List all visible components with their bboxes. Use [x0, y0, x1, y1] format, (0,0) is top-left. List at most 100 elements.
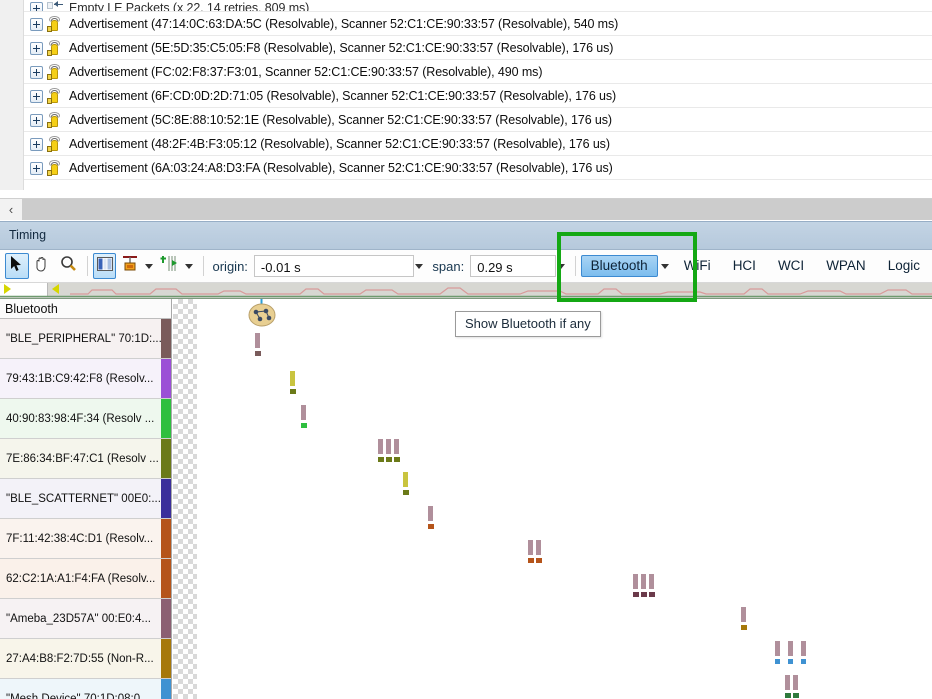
packet-list-gutter	[0, 0, 24, 190]
packet-bar	[394, 439, 399, 454]
packet-bar	[788, 641, 793, 656]
packet-row[interactable]: Advertisement (5E:5D:35:C5:05:F8 (Resolv…	[24, 36, 932, 60]
packet-base-mark	[793, 693, 799, 698]
device-row[interactable]: "Ameba_23D57A" 00:E0:4...	[0, 599, 171, 639]
device-row[interactable]: 7F:11:42:38:4C:D1 (Resolv...	[0, 519, 171, 559]
device-row[interactable]: 27:A4:B8:F2:7D:55 (Non-R...	[0, 639, 171, 679]
device-row-label: 27:A4:B8:F2:7D:55 (Non-R...	[6, 652, 154, 665]
device-color-swatch	[161, 359, 171, 398]
protocol-button-hci[interactable]: HCI	[723, 255, 766, 277]
expand-plus-icon[interactable]	[30, 137, 43, 151]
marker-dropdown-caret-icon[interactable]	[145, 263, 154, 269]
snap-dropdown-caret-icon[interactable]	[184, 263, 193, 269]
advertisement-icon	[46, 40, 64, 56]
packet-base-mark	[428, 524, 434, 529]
span-label: span:	[432, 258, 465, 274]
packet-row[interactable]: Empty LE Packets (x 22, 14 retries, 809 …	[24, 0, 932, 12]
marker-tool-button[interactable]	[118, 253, 142, 279]
packet-bar	[403, 472, 408, 487]
packet-base-mark	[301, 423, 307, 428]
device-row[interactable]: 40:90:83:98:4F:34 (Resolv ...	[0, 399, 171, 439]
pan-hand-tool-button[interactable]	[31, 253, 55, 279]
packet-bar	[386, 439, 391, 454]
packet-row[interactable]: Advertisement (6F:CD:0D:2D:71:05 (Resolv…	[24, 84, 932, 108]
device-row[interactable]: 7E:86:34:BF:47:C1 (Resolv ...	[0, 439, 171, 479]
device-row[interactable]: "BLE_PERIPHERAL" 70:1D:...	[0, 319, 171, 359]
device-row[interactable]: 62:C2:1A:A1:F4:FA (Resolv...	[0, 559, 171, 599]
protocol-button-bluetooth[interactable]: Bluetooth	[580, 255, 658, 277]
span-dropdown-caret-icon[interactable]	[556, 263, 565, 269]
expand-plus-icon[interactable]	[30, 1, 43, 11]
expand-plus-icon[interactable]	[30, 161, 43, 175]
device-row-label: 7E:86:34:BF:47:C1 (Resolv ...	[6, 452, 159, 465]
packet-row[interactable]: Advertisement (5C:8E:88:10:52:1E (Resolv…	[24, 108, 932, 132]
columns-view-tool-button[interactable]	[92, 253, 117, 279]
toolbar-separator-1	[86, 256, 88, 276]
packet-row-label: Advertisement (6F:CD:0D:2D:71:05 (Resolv…	[69, 89, 617, 103]
device-color-swatch	[161, 559, 171, 598]
device-row[interactable]: 79:43:1B:C9:42:F8 (Resolv...	[0, 359, 171, 399]
packet-base-mark	[290, 389, 296, 394]
protocol-button-wifi[interactable]: WiFi	[674, 255, 721, 277]
packet-row[interactable]: Advertisement (48:2F:4B:F3:05:12 (Resolv…	[24, 132, 932, 156]
packet-row[interactable]: Advertisement (FC:02:F8:37:F3:01, Scanne…	[24, 60, 932, 84]
advertisement-icon	[46, 88, 64, 104]
origin-dropdown-caret-icon[interactable]	[415, 263, 424, 269]
packet-row[interactable]: Advertisement (6A:03:24:A8:D3:FA (Resolv…	[24, 156, 932, 180]
packet-bar	[775, 641, 780, 656]
device-color-swatch	[161, 519, 171, 558]
expand-plus-icon[interactable]	[30, 89, 43, 103]
scroll-left-button[interactable]: ‹	[0, 199, 22, 220]
expand-plus-icon[interactable]	[30, 65, 43, 79]
expand-plus-icon[interactable]	[30, 113, 43, 127]
expand-plus-icon[interactable]	[30, 41, 43, 55]
packet-bar	[793, 675, 798, 690]
protocol-button-wci[interactable]: WCI	[768, 255, 814, 277]
packet-base-mark	[403, 490, 409, 495]
packet-base-mark	[255, 351, 261, 356]
device-color-swatch	[161, 319, 171, 358]
packet-row[interactable]: Advertisement (47:14:0C:63:DA:5C (Resolv…	[24, 12, 932, 36]
packet-row-label: Advertisement (48:2F:4B:F3:05:12 (Resolv…	[69, 137, 610, 151]
zoom-magnifier-tool-button[interactable]	[56, 253, 80, 279]
advertisement-icon	[46, 16, 64, 32]
device-color-swatch	[161, 479, 171, 518]
page-title: Timing	[9, 228, 47, 242]
device-row[interactable]: "BLE_SCATTERNET" 00E0:...	[0, 479, 171, 519]
timeline-overview-strip[interactable]	[0, 283, 932, 299]
packet-row-label: Advertisement (47:14:0C:63:DA:5C (Resolv…	[69, 17, 619, 31]
scrollbar-track[interactable]	[22, 199, 932, 220]
device-color-swatch	[161, 679, 171, 699]
device-row-label: "BLE_PERIPHERAL" 70:1D:...	[6, 332, 162, 345]
packet-base-mark	[536, 558, 542, 563]
snap-tool-button[interactable]	[158, 253, 182, 279]
protocol-filter-group: Bluetooth WiFi HCI WCI WPAN Logic	[580, 255, 932, 277]
protocol-button-wpan[interactable]: WPAN	[816, 255, 876, 277]
packet-bar	[378, 439, 383, 454]
packet-base-mark	[788, 659, 793, 664]
toolbar-separator-3	[574, 256, 576, 276]
overview-waveform	[0, 287, 932, 298]
packet-base-mark	[775, 659, 780, 664]
protocol-button-logic[interactable]: Logic	[878, 255, 930, 277]
span-input[interactable]: 0.29 s	[470, 255, 556, 277]
packet-bar	[741, 607, 746, 622]
magnifier-icon	[60, 255, 77, 277]
protocol-dropdown-caret-icon[interactable]	[660, 263, 669, 269]
packet-bar	[428, 506, 433, 521]
packet-list-horizontal-scrollbar[interactable]: ‹	[0, 198, 932, 220]
device-list[interactable]: "BLE_PERIPHERAL" 70:1D:... 79:43:1B:C9:42…	[0, 319, 172, 699]
packet-base-mark	[378, 457, 384, 462]
packet-base-mark	[785, 693, 791, 698]
timing-toolbar[interactable]: origin: -0.01 s span: 0.29 s Bluetooth Wi…	[0, 250, 932, 283]
device-row-label: "Ameba_23D57A" 00:E0:4...	[6, 612, 151, 625]
select-arrow-tool-button[interactable]	[5, 253, 29, 279]
packet-list-pane[interactable]: Empty LE Packets (x 22, 14 retries, 809 …	[0, 0, 932, 198]
device-row[interactable]: "Mesh Device" 70:1D:08:0...	[0, 679, 171, 699]
expand-plus-icon[interactable]	[30, 17, 43, 31]
packet-bar	[785, 675, 790, 690]
timeline-plot-area[interactable]	[197, 299, 932, 699]
device-row-label: 79:43:1B:C9:42:F8 (Resolv...	[6, 372, 154, 385]
origin-input[interactable]: -0.01 s	[253, 255, 415, 277]
marker-icon	[121, 255, 139, 277]
